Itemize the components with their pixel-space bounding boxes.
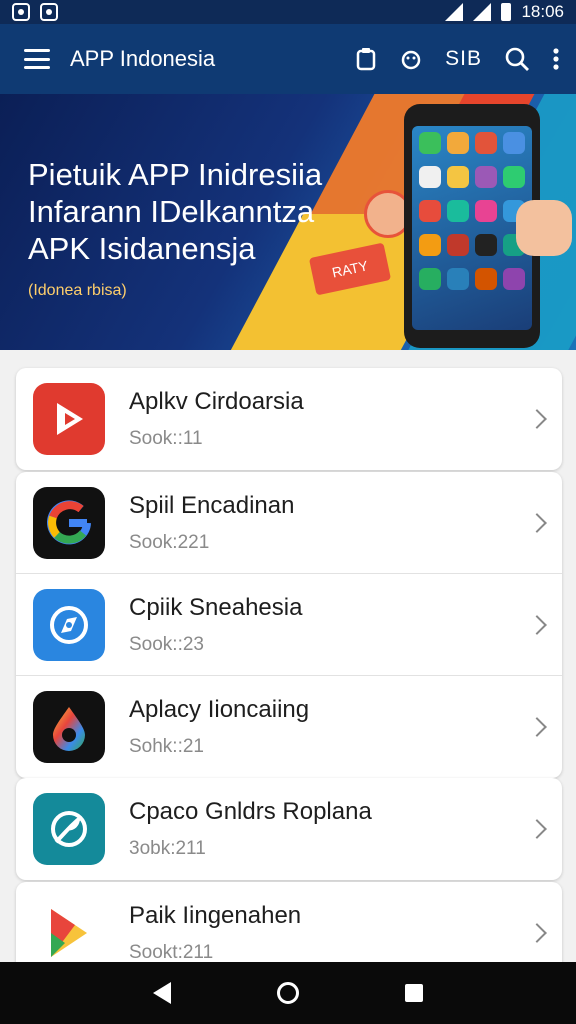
app-title: Cpiik Sneahesia: [129, 593, 303, 621]
camera-notification-icon: [12, 3, 30, 21]
app-card: Paik Iingenahen Sookt:211: [16, 882, 562, 972]
drop-icon: [33, 691, 105, 763]
app-bar: APP Indonesia SIB: [0, 24, 576, 94]
back-icon[interactable]: [153, 982, 171, 1004]
search-icon[interactable]: [504, 46, 530, 72]
home-icon[interactable]: [277, 982, 299, 1004]
app-title: APP Indonesia: [70, 46, 216, 71]
app-subtitle: Sook::11: [129, 428, 203, 449]
status-bar: 18:06: [0, 0, 576, 24]
list-item[interactable]: Cpiik Sneahesia Sook::23: [16, 574, 562, 676]
chevron-right-icon: [527, 512, 547, 533]
recents-icon[interactable]: [405, 984, 423, 1002]
leaf-icon: [33, 793, 105, 865]
menu-icon[interactable]: [24, 49, 50, 69]
app-subtitle: 3obk:211: [129, 838, 206, 859]
chevron-right-icon: [527, 614, 547, 635]
list-item[interactable]: Aplacy Iioncaiing Sohk::21: [16, 676, 562, 778]
app-card: Spiil Encadinan Sook:221 Cpiik Sneahesia…: [16, 472, 562, 778]
chevron-right-icon: [527, 717, 547, 737]
clock: 18:06: [521, 2, 564, 21]
hand-illustration: [516, 200, 572, 256]
app-subtitle: Sook:221: [129, 531, 210, 553]
system-nav-bar: [0, 962, 576, 1024]
compass-icon: [33, 588, 105, 661]
more-vert-icon[interactable]: [552, 47, 560, 71]
app-title: Cpaco Gnldrs Roplana: [129, 798, 372, 825]
signal-icon: [473, 3, 492, 21]
play-icon: [33, 383, 105, 455]
banner-subtitle: (Idonea rbisa): [28, 282, 127, 299]
clipboard-icon[interactable]: [355, 47, 377, 71]
sib-button[interactable]: SIB: [445, 47, 482, 71]
app-title: Paik Iingenahen: [129, 902, 302, 929]
battery-icon: [501, 3, 512, 21]
app-title: Spiil Encadinan: [129, 491, 295, 519]
app-subtitle: Sookt:211: [129, 942, 214, 963]
list-item[interactable]: Cpaco Gnldrs Roplana 3obk:211: [16, 778, 562, 880]
app-title: Aplkv Cirdoarsia: [129, 388, 304, 415]
app-subtitle: Sohk::21: [129, 736, 204, 757]
app-card: Aplkv Cirdoarsia Sook::11: [16, 368, 562, 470]
app-card: Cpaco Gnldrs Roplana 3obk:211: [16, 778, 562, 880]
app-title: Aplacy Iioncaiing: [129, 696, 310, 723]
promo-banner[interactable]: Pietuik APP Inidresiia Infarann IDelkann…: [0, 94, 576, 350]
chevron-right-icon: [527, 409, 547, 429]
play-store-icon: [33, 897, 105, 969]
banner-headline: Pietuik APP Inidresiia Infarann IDelkann…: [28, 157, 323, 266]
wifi-icon: [445, 3, 464, 21]
google-g-icon: [33, 486, 105, 559]
list-item[interactable]: Paik Iingenahen Sookt:211: [16, 882, 562, 972]
app-subtitle: Sook::23: [129, 633, 204, 655]
smiley-icon[interactable]: [399, 47, 423, 71]
chevron-right-icon: [527, 819, 547, 839]
list-item[interactable]: Aplkv Cirdoarsia Sook::11: [16, 368, 562, 470]
image-notification-icon: [40, 3, 58, 21]
chevron-right-icon: [527, 923, 547, 943]
list-item[interactable]: Spiil Encadinan Sook:221: [16, 472, 562, 574]
